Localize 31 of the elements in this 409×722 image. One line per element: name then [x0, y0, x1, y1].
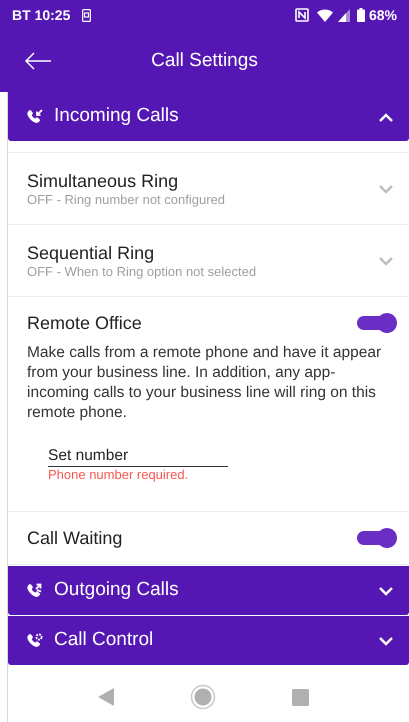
battery-percent: 68%	[368, 6, 397, 24]
carrier-time: BT 10:25	[12, 6, 70, 24]
setting-status: OFF - When to Ring option not selected	[27, 264, 258, 280]
chevron-up-icon	[377, 110, 395, 122]
error-message: Phone number required.	[48, 467, 190, 483]
setting-description: Make calls from a remote phone and have it appear from your business line. In addition, any app-incoming calls to your business line will ring on this remote phone.	[27, 343, 382, 423]
toggle-switch[interactable]	[357, 531, 395, 545]
signal-icon	[338, 8, 350, 22]
wifi-icon	[316, 8, 335, 22]
back-arrow-icon[interactable]	[24, 52, 52, 70]
phone-number-field[interactable]: Set number	[48, 447, 228, 467]
setting-title: Call Waiting	[27, 527, 124, 550]
outgoing-call-icon	[26, 582, 44, 600]
sim-icon	[82, 8, 92, 22]
page-title: Call Settings	[150, 48, 259, 73]
nfc-icon	[294, 8, 309, 22]
call-gear-icon	[26, 632, 44, 650]
section-header[interactable]: Incoming Calls	[8, 92, 409, 141]
incoming-call-icon	[26, 108, 44, 126]
battery-icon	[356, 8, 365, 22]
setting-title: Sequential Ring	[27, 242, 156, 264]
section-header[interactable]: Call Control	[8, 616, 409, 665]
toggle-switch[interactable]	[357, 316, 395, 330]
chevron-down-icon	[377, 182, 395, 194]
chevron-down-icon	[377, 584, 395, 596]
setting-status: OFF - Ring number not configured	[27, 192, 226, 208]
chevron-down-icon	[377, 254, 395, 266]
setting-title: Remote Office	[27, 312, 143, 335]
setting-title: Simultaneous Ring	[27, 170, 180, 192]
section-header[interactable]: Outgoing Calls	[8, 566, 409, 615]
chevron-down-icon	[377, 634, 395, 646]
